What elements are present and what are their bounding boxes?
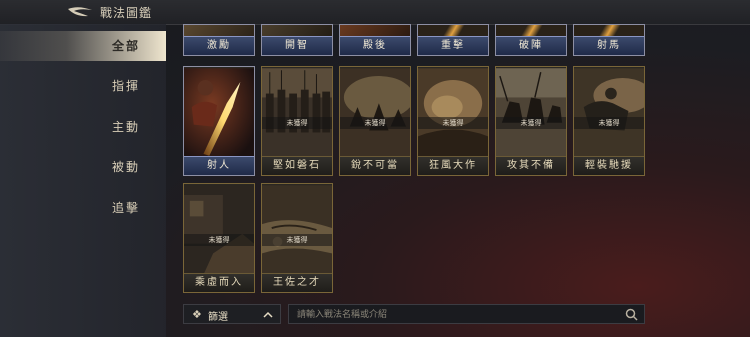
locked-label: 未獲得 (340, 117, 410, 129)
skill-card-name: 重擊 (418, 36, 488, 55)
skill-card-sheima[interactable]: 射馬 (573, 24, 645, 56)
sidebar-item-active[interactable]: 主動 (0, 112, 166, 142)
skill-card-name: 輕裝馳援 (574, 156, 644, 175)
search-box (288, 304, 645, 324)
locked-label: 未獲得 (262, 234, 332, 246)
skill-art-jianrupanshi (262, 68, 332, 158)
skill-card-name: 攻其不備 (496, 156, 566, 175)
sidebar-item-command[interactable]: 指揮 (0, 71, 166, 101)
skill-card-sheren[interactable]: 射人 (183, 66, 255, 176)
search-input[interactable] (295, 307, 619, 323)
chevron-up-icon (263, 311, 273, 318)
back-arrow-icon[interactable] (66, 6, 94, 18)
skill-card-pozhen[interactable]: 破陣 (495, 24, 567, 56)
locked-label: 未獲得 (184, 234, 254, 246)
skill-card-name: 射馬 (574, 36, 644, 55)
skill-art-sheren (184, 68, 254, 158)
diamond-cross-icon: ❖ (192, 308, 202, 321)
sidebar-item-passive[interactable]: 被動 (0, 152, 166, 182)
locked-label: 未獲得 (418, 117, 488, 129)
skill-art-wangzuozhicai (262, 185, 332, 275)
sidebar-item-label: 主動 (111, 120, 140, 134)
sidebar: 全部 指揮 主動 被動 追擊 (0, 24, 166, 337)
skill-card-jili[interactable]: 激勵 (183, 24, 255, 56)
sidebar-item-pursuit[interactable]: 追擊 (0, 193, 166, 223)
page-title: 戰法圖鑑 (100, 6, 153, 20)
sidebar-item-label: 追擊 (111, 201, 140, 215)
locked-label: 未獲得 (262, 117, 332, 129)
skill-card-name: 射人 (184, 156, 254, 175)
skill-art-chengxuerru (184, 185, 254, 275)
locked-label: 未獲得 (496, 117, 566, 129)
skill-art-ruibukedang (340, 68, 410, 158)
skill-card-gongqibubei[interactable]: 未獲得 攻其不備 (495, 66, 567, 176)
skill-card-name: 乘虛而入 (184, 273, 254, 292)
skill-card-wangzuozhicai[interactable]: 未獲得 王佐之才 (261, 183, 333, 293)
search-icon[interactable] (625, 308, 638, 321)
skill-card-name: 狂風大作 (418, 156, 488, 175)
top-bar: 戰法圖鑑 (0, 0, 750, 25)
skill-card-name: 開智 (262, 36, 332, 55)
skill-card-kuangfengdazuo[interactable]: 未獲得 狂風大作 (417, 66, 489, 176)
skill-card-kaizhi[interactable]: 開智 (261, 24, 333, 56)
locked-label: 未獲得 (574, 117, 644, 129)
skill-card-qingzhuangchiyuan[interactable]: 未獲得 輕裝馳援 (573, 66, 645, 176)
skill-card-zhongji[interactable]: 重擊 (417, 24, 489, 56)
skill-card-ruibukedang[interactable]: 未獲得 銳不可當 (339, 66, 411, 176)
sidebar-item-label: 全部 (111, 39, 140, 53)
skill-art-qingzhuangchiyuan (574, 68, 644, 158)
filter-button[interactable]: ❖ 篩選 (183, 304, 281, 324)
skill-card-name: 堅如磐石 (262, 156, 332, 175)
sidebar-item-label: 被動 (111, 160, 140, 174)
skill-card-chengxuerru[interactable]: 未獲得 乘虛而入 (183, 183, 255, 293)
skill-card-name: 銳不可當 (340, 156, 410, 175)
skill-art-kuangfengdazuo (418, 68, 488, 158)
filter-label: 篩選 (208, 312, 228, 323)
skill-card-dianhou[interactable]: 殿後 (339, 24, 411, 56)
sidebar-item-all[interactable]: 全部 (0, 31, 166, 61)
skill-card-name: 殿後 (340, 36, 410, 55)
sidebar-item-label: 指揮 (111, 79, 140, 93)
skill-card-name: 王佐之才 (262, 273, 332, 292)
skill-art-gongqibubei (496, 68, 566, 158)
skill-card-name: 激勵 (184, 36, 254, 55)
skill-card-name: 破陣 (496, 36, 566, 55)
skill-card-jianrupanshi[interactable]: 未獲得 堅如磐石 (261, 66, 333, 176)
